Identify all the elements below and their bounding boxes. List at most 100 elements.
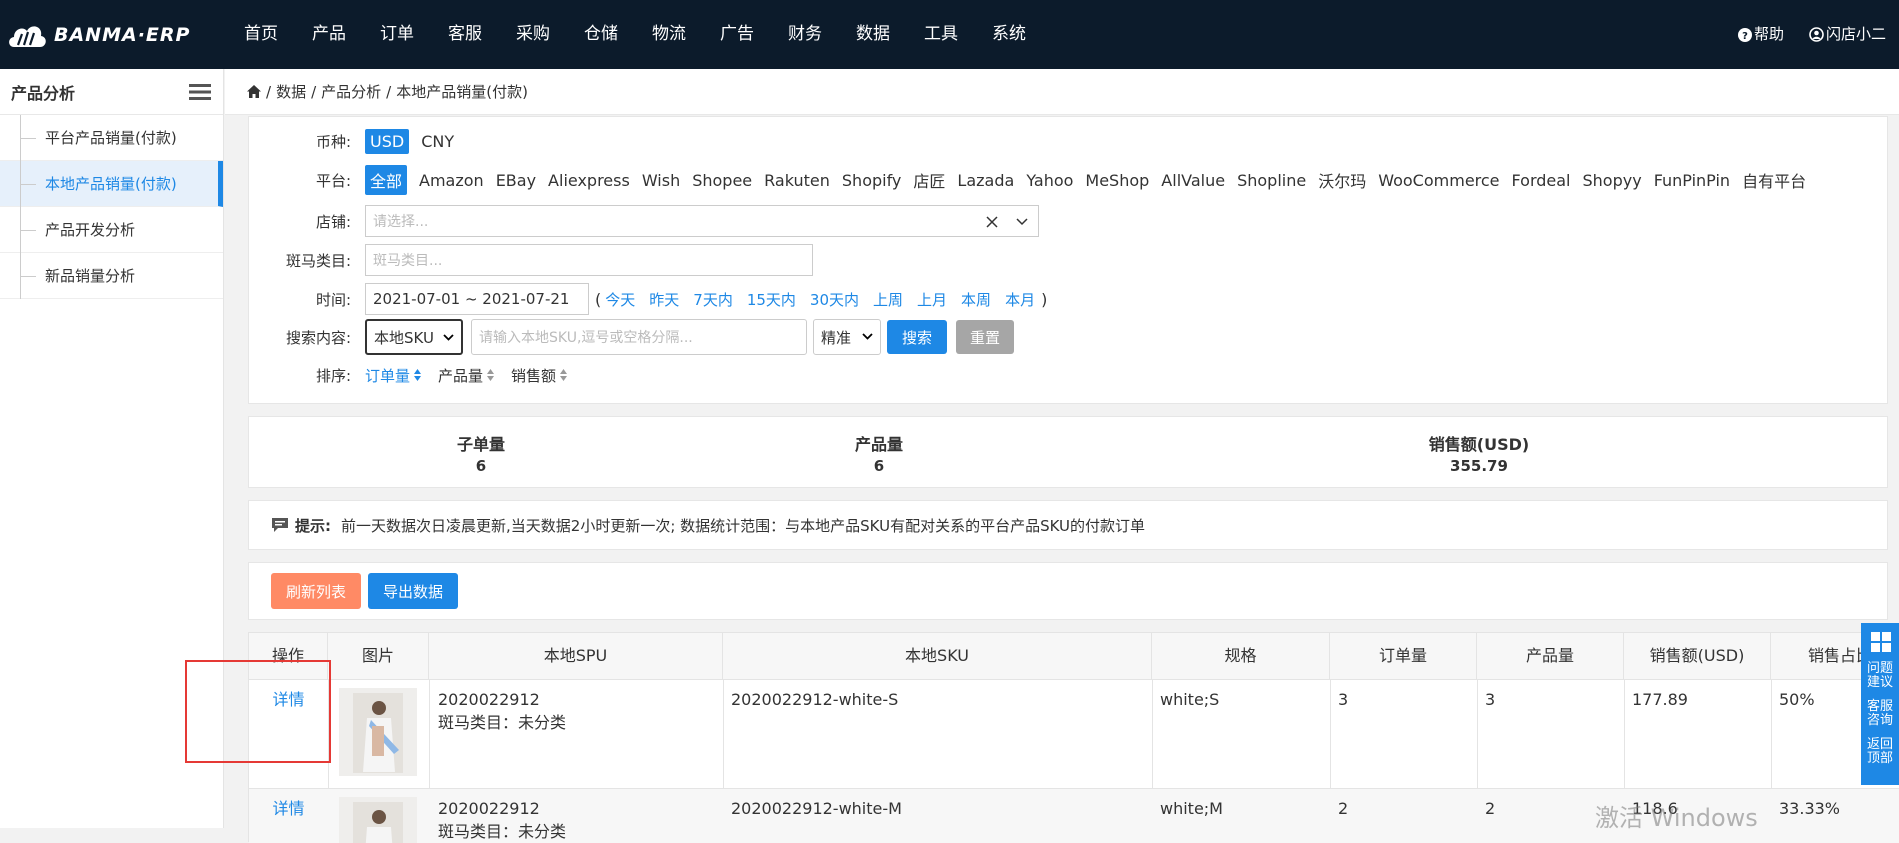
- col-header-sales: 销售额(USD): [1624, 633, 1771, 679]
- user-menu[interactable]: 闪店小二: [1809, 0, 1886, 69]
- platform-allvalue[interactable]: AllValue: [1161, 169, 1225, 192]
- platform-ebay[interactable]: EBay: [496, 169, 536, 192]
- platform-own[interactable]: 自有平台: [1742, 166, 1806, 194]
- help-link[interactable]: ? 帮助: [1738, 0, 1784, 69]
- search-input[interactable]: 请输入本地SKU,逗号或空格分隔...: [471, 319, 807, 355]
- platform-funpinpin[interactable]: FunPinPin: [1654, 169, 1730, 192]
- quick-last-week[interactable]: 上周: [873, 289, 903, 310]
- match-mode-select[interactable]: 精准: [813, 319, 881, 355]
- nav-ads[interactable]: 广告: [703, 0, 771, 69]
- nav-product[interactable]: 产品: [295, 0, 363, 69]
- match-mode-value: 精准: [821, 328, 852, 347]
- question-circle-icon: ?: [1738, 27, 1752, 42]
- store-select[interactable]: 请选择...: [365, 205, 1039, 237]
- currency-label: 币种:: [315, 132, 351, 151]
- category-input[interactable]: 斑马类目...: [365, 244, 813, 276]
- search-placeholder: 请输入本地SKU,逗号或空格分隔...: [479, 330, 693, 346]
- row-spec: white;M: [1160, 799, 1223, 818]
- breadcrumb-data[interactable]: 数据: [276, 81, 306, 102]
- row-spec: white;S: [1160, 690, 1220, 709]
- platform-meshop[interactable]: MeShop: [1085, 169, 1149, 192]
- nav-data[interactable]: 数据: [839, 0, 907, 69]
- quick-last-month[interactable]: 上月: [917, 289, 947, 310]
- platform-rakuten[interactable]: Rakuten: [764, 169, 830, 192]
- nav-system[interactable]: 系统: [975, 0, 1043, 69]
- platform-aliexpress[interactable]: Aliexpress: [548, 169, 630, 192]
- col-header-orders: 订单量: [1330, 633, 1477, 679]
- platform-shopify[interactable]: Shopify: [842, 169, 902, 192]
- sort-icon: [560, 369, 568, 381]
- col-header-quantity: 产品量: [1477, 633, 1624, 679]
- platform-fordeal[interactable]: Fordeal: [1512, 169, 1571, 192]
- reset-button[interactable]: 重置: [956, 320, 1014, 354]
- search-row: 搜索内容: 本地SKU 请输入本地SKU,逗号或空格分隔... 精准 搜索 重置: [249, 318, 1014, 356]
- platform-shopline[interactable]: Shopline: [1237, 169, 1306, 192]
- currency-cny[interactable]: CNY: [421, 130, 454, 153]
- platform-shopee[interactable]: Shopee: [692, 169, 752, 192]
- currency-row: 币种: USD CNY: [249, 126, 466, 156]
- nav-tools[interactable]: 工具: [907, 0, 975, 69]
- platform-shopyy[interactable]: Shopyy: [1583, 169, 1642, 192]
- quick-15days[interactable]: 15天内: [747, 289, 796, 310]
- refresh-list-button[interactable]: 刷新列表: [271, 573, 361, 609]
- row-orders: 3: [1338, 690, 1349, 709]
- quick-7days[interactable]: 7天内: [693, 289, 733, 310]
- comment-icon: [272, 518, 288, 532]
- quick-30days[interactable]: 30天内: [810, 289, 859, 310]
- platform-lazada[interactable]: Lazada: [957, 169, 1014, 192]
- nav-purchase[interactable]: 采购: [499, 0, 567, 69]
- sort-quantity[interactable]: 产品量: [438, 365, 495, 386]
- float-support[interactable]: 客服咨询: [1861, 700, 1899, 728]
- export-data-button[interactable]: 导出数据: [368, 573, 458, 609]
- float-back-to-top[interactable]: 返回顶部: [1861, 738, 1899, 766]
- nav-storage[interactable]: 仓储: [567, 0, 635, 69]
- sort-sales[interactable]: 销售额: [511, 365, 568, 386]
- chevron-down-icon[interactable]: [1016, 218, 1028, 226]
- nav-finance[interactable]: 财务: [771, 0, 839, 69]
- nav-home[interactable]: 首页: [227, 0, 295, 69]
- nav-service[interactable]: 客服: [431, 0, 499, 69]
- clear-icon[interactable]: [986, 216, 998, 228]
- quick-this-month[interactable]: 本月: [1005, 289, 1035, 310]
- platform-amazon[interactable]: Amazon: [419, 169, 484, 192]
- quick-today[interactable]: 今天: [605, 289, 635, 310]
- stat-sales-value: 355.79: [1450, 457, 1508, 475]
- main-nav: 首页 产品 订单 客服 采购 仓储 物流 广告 财务 数据 工具 系统: [227, 0, 1043, 69]
- platform-yahoo[interactable]: Yahoo: [1026, 169, 1073, 192]
- row-orders: 2: [1338, 799, 1349, 818]
- platform-all[interactable]: 全部: [365, 165, 408, 195]
- sidebar-item-local-sales[interactable]: 本地产品销量(付款): [0, 161, 223, 207]
- logo-text: BANMA·ERP: [54, 24, 191, 46]
- sort-quantity-label: 产品量: [438, 366, 484, 385]
- platform-walmart[interactable]: 沃尔玛: [1318, 166, 1366, 194]
- sort-orders[interactable]: 订单量: [365, 365, 422, 386]
- chevron-down-icon: [443, 334, 454, 341]
- nav-logistics[interactable]: 物流: [635, 0, 703, 69]
- menu-toggle-icon[interactable]: [189, 83, 211, 101]
- nav-order[interactable]: 订单: [363, 0, 431, 69]
- platform-woocommerce[interactable]: WooCommerce: [1378, 169, 1499, 192]
- breadcrumb-product-analysis[interactable]: 产品分析: [321, 81, 381, 102]
- quick-yesterday[interactable]: 昨天: [649, 289, 679, 310]
- currency-usd[interactable]: USD: [365, 128, 410, 154]
- stat-suborders: 子单量 6: [421, 431, 541, 475]
- home-icon[interactable]: [247, 85, 261, 98]
- sidebar-item-platform-sales[interactable]: 平台产品销量(付款): [0, 115, 223, 161]
- sidebar-item-new-product[interactable]: 新品销量分析: [0, 253, 223, 299]
- platform-wish[interactable]: Wish: [642, 169, 680, 192]
- col-header-image: 图片: [328, 633, 429, 679]
- float-feedback[interactable]: 问题建议: [1861, 662, 1899, 690]
- app-logo[interactable]: BANMA·ERP: [6, 16, 190, 54]
- help-label: 帮助: [1754, 25, 1785, 43]
- platform-dianjiang[interactable]: 店匠: [913, 166, 945, 194]
- date-range-input[interactable]: 2021-07-01 ~ 2021-07-21: [365, 283, 589, 315]
- product-thumbnail-icon: [353, 693, 403, 773]
- search-button[interactable]: 搜索: [887, 320, 947, 354]
- product-image[interactable]: [339, 688, 417, 776]
- stat-quantity: 产品量 6: [819, 431, 939, 475]
- sidebar-item-dev-analysis[interactable]: 产品开发分析: [0, 207, 223, 253]
- row-detail-link[interactable]: 详情: [249, 797, 328, 820]
- product-image[interactable]: [339, 797, 417, 843]
- quick-this-week[interactable]: 本周: [961, 289, 991, 310]
- search-field-select[interactable]: 本地SKU: [365, 319, 463, 355]
